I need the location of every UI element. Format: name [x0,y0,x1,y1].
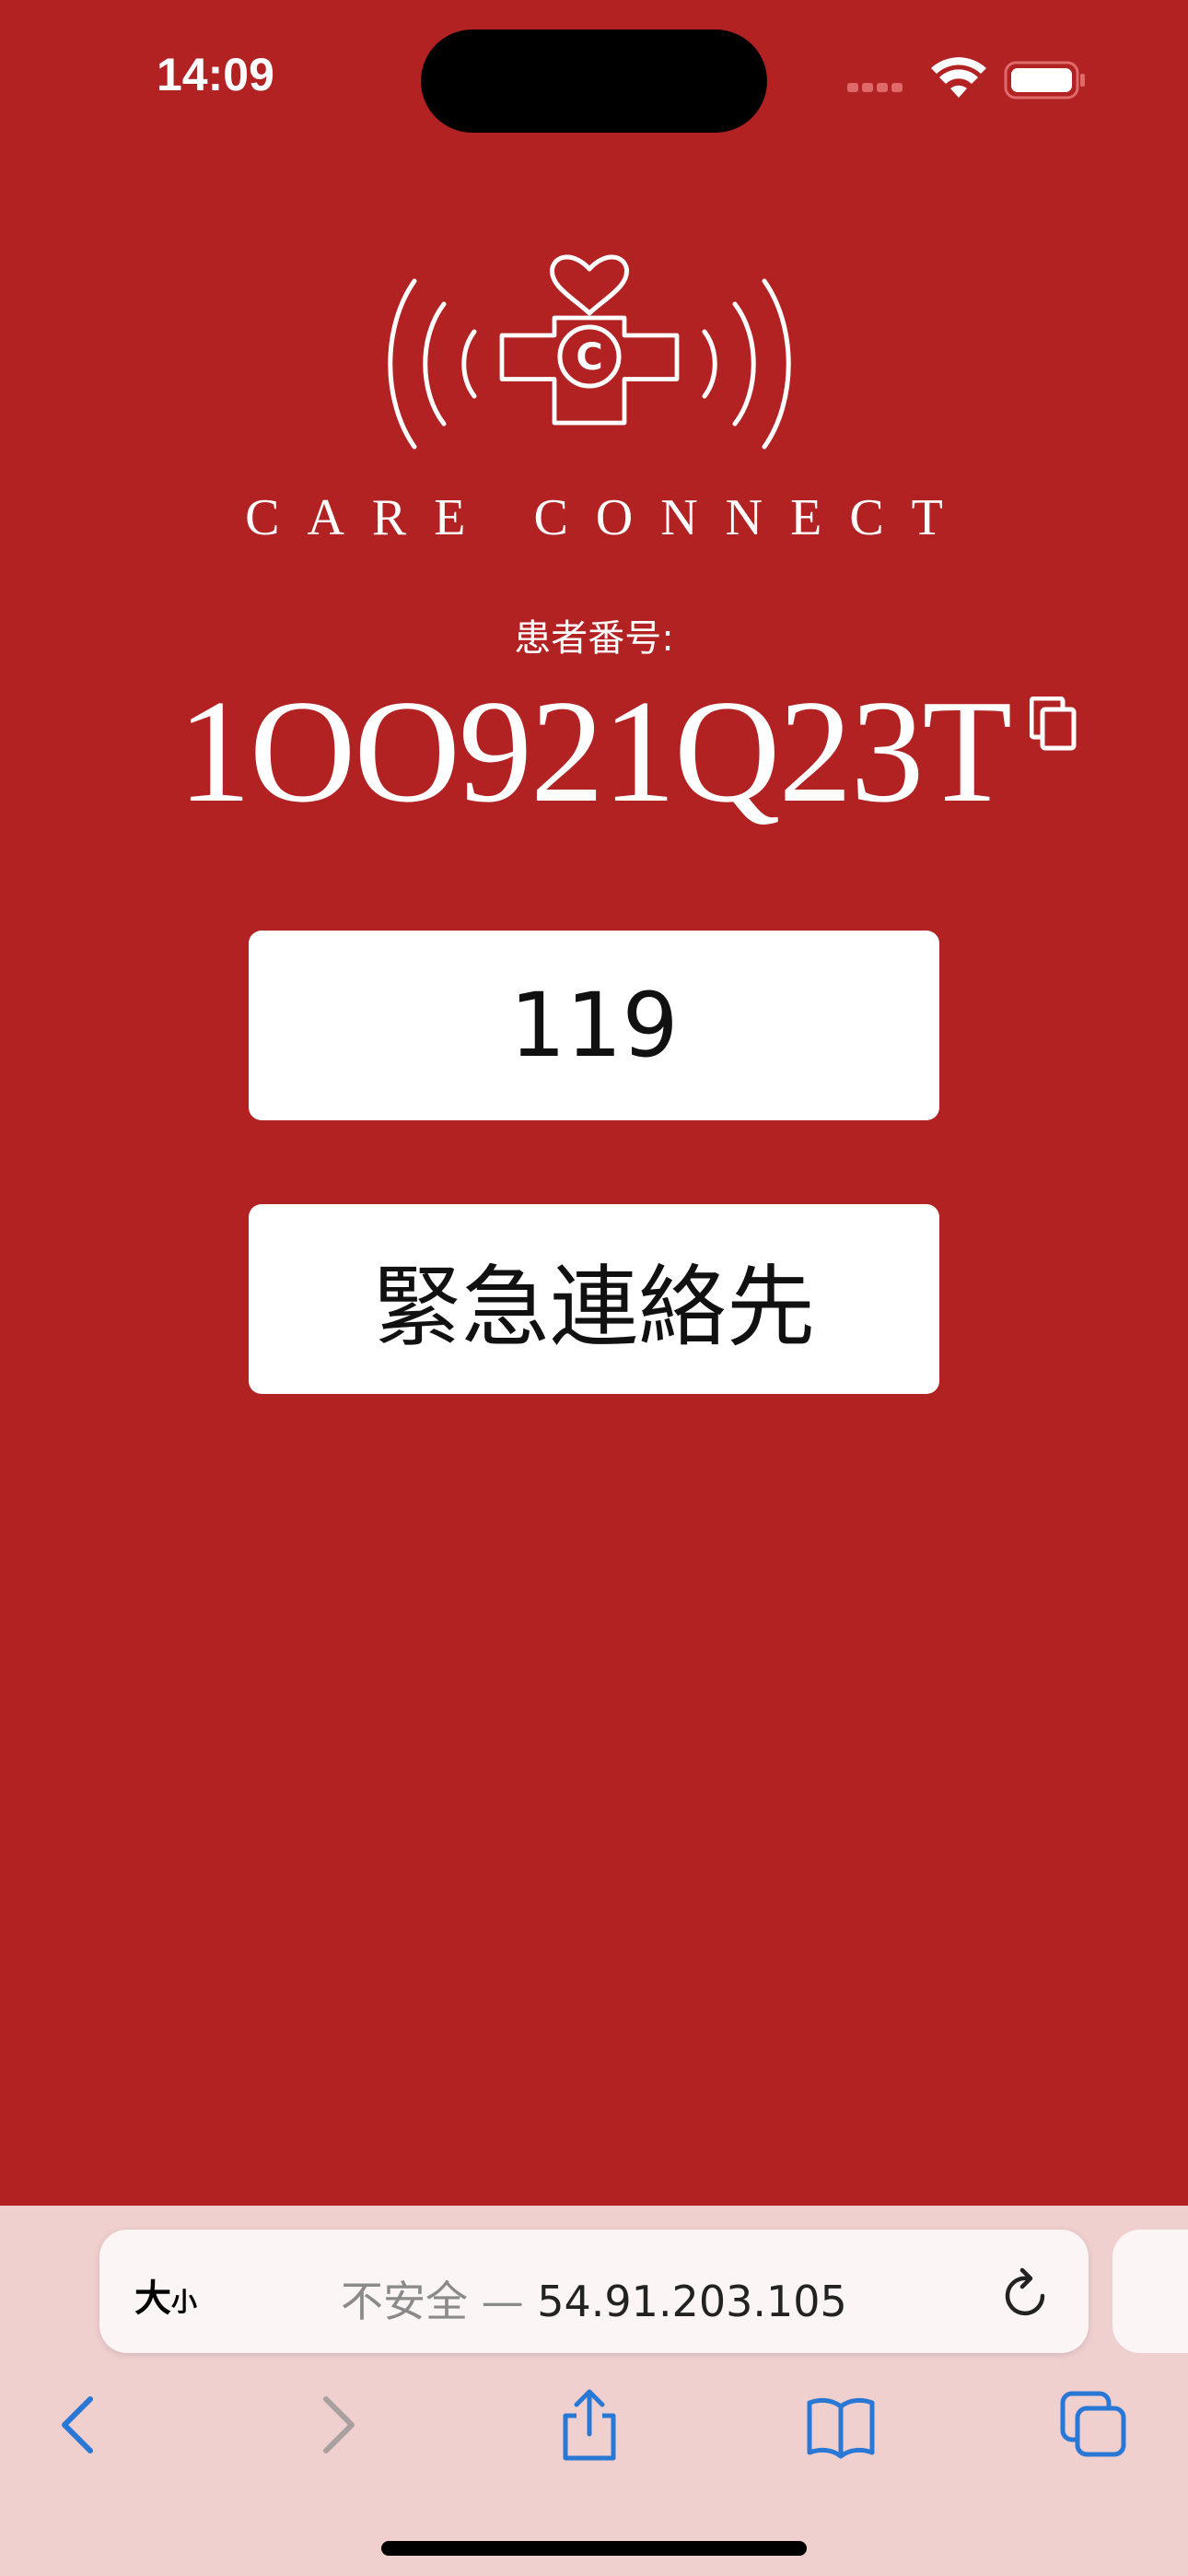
security-warning: 不安全 — [341,2277,538,2326]
care-connect-logo: C [388,254,791,450]
forward-icon[interactable] [300,2388,374,2462]
url-display[interactable]: 不安全 — 54.91.203.105 [341,2268,847,2329]
status-bar: 14:09 [0,0,1188,157]
battery-icon [1004,61,1085,100]
text-size-small-label: 小 [171,2287,198,2317]
emergency-call-button[interactable]: 119 [249,931,939,1120]
text-size-big-label: 大 [134,2277,171,2320]
reload-icon[interactable] [1002,2265,1052,2318]
brand-name: CARE CONNECT [245,489,971,546]
cellular-signal-icon [847,83,903,92]
dynamic-island [421,29,767,133]
svg-text:C: C [576,336,602,379]
share-icon[interactable] [553,2388,626,2462]
wifi-icon [931,57,986,98]
back-icon[interactable] [42,2388,116,2462]
text-size-button[interactable]: 大小 [134,2268,197,2322]
patient-number-row: 1OO921Q23T [0,668,1188,834]
patient-number-label: 患者番号: [514,617,674,660]
tabs-icon[interactable] [1057,2388,1131,2462]
status-icons [845,57,1085,103]
emergency-contact-button[interactable]: 緊急連絡先 [249,1204,939,1394]
bookmarks-icon[interactable] [804,2388,878,2462]
next-tab-peek[interactable] [1112,2230,1188,2353]
home-indicator[interactable] [381,2541,807,2556]
patient-number: 1OO921Q23T [177,669,1012,833]
url-host: 54.91.203.105 [537,2277,847,2326]
copy-icon[interactable] [1030,697,1077,752]
status-time: 14:09 [157,49,274,100]
